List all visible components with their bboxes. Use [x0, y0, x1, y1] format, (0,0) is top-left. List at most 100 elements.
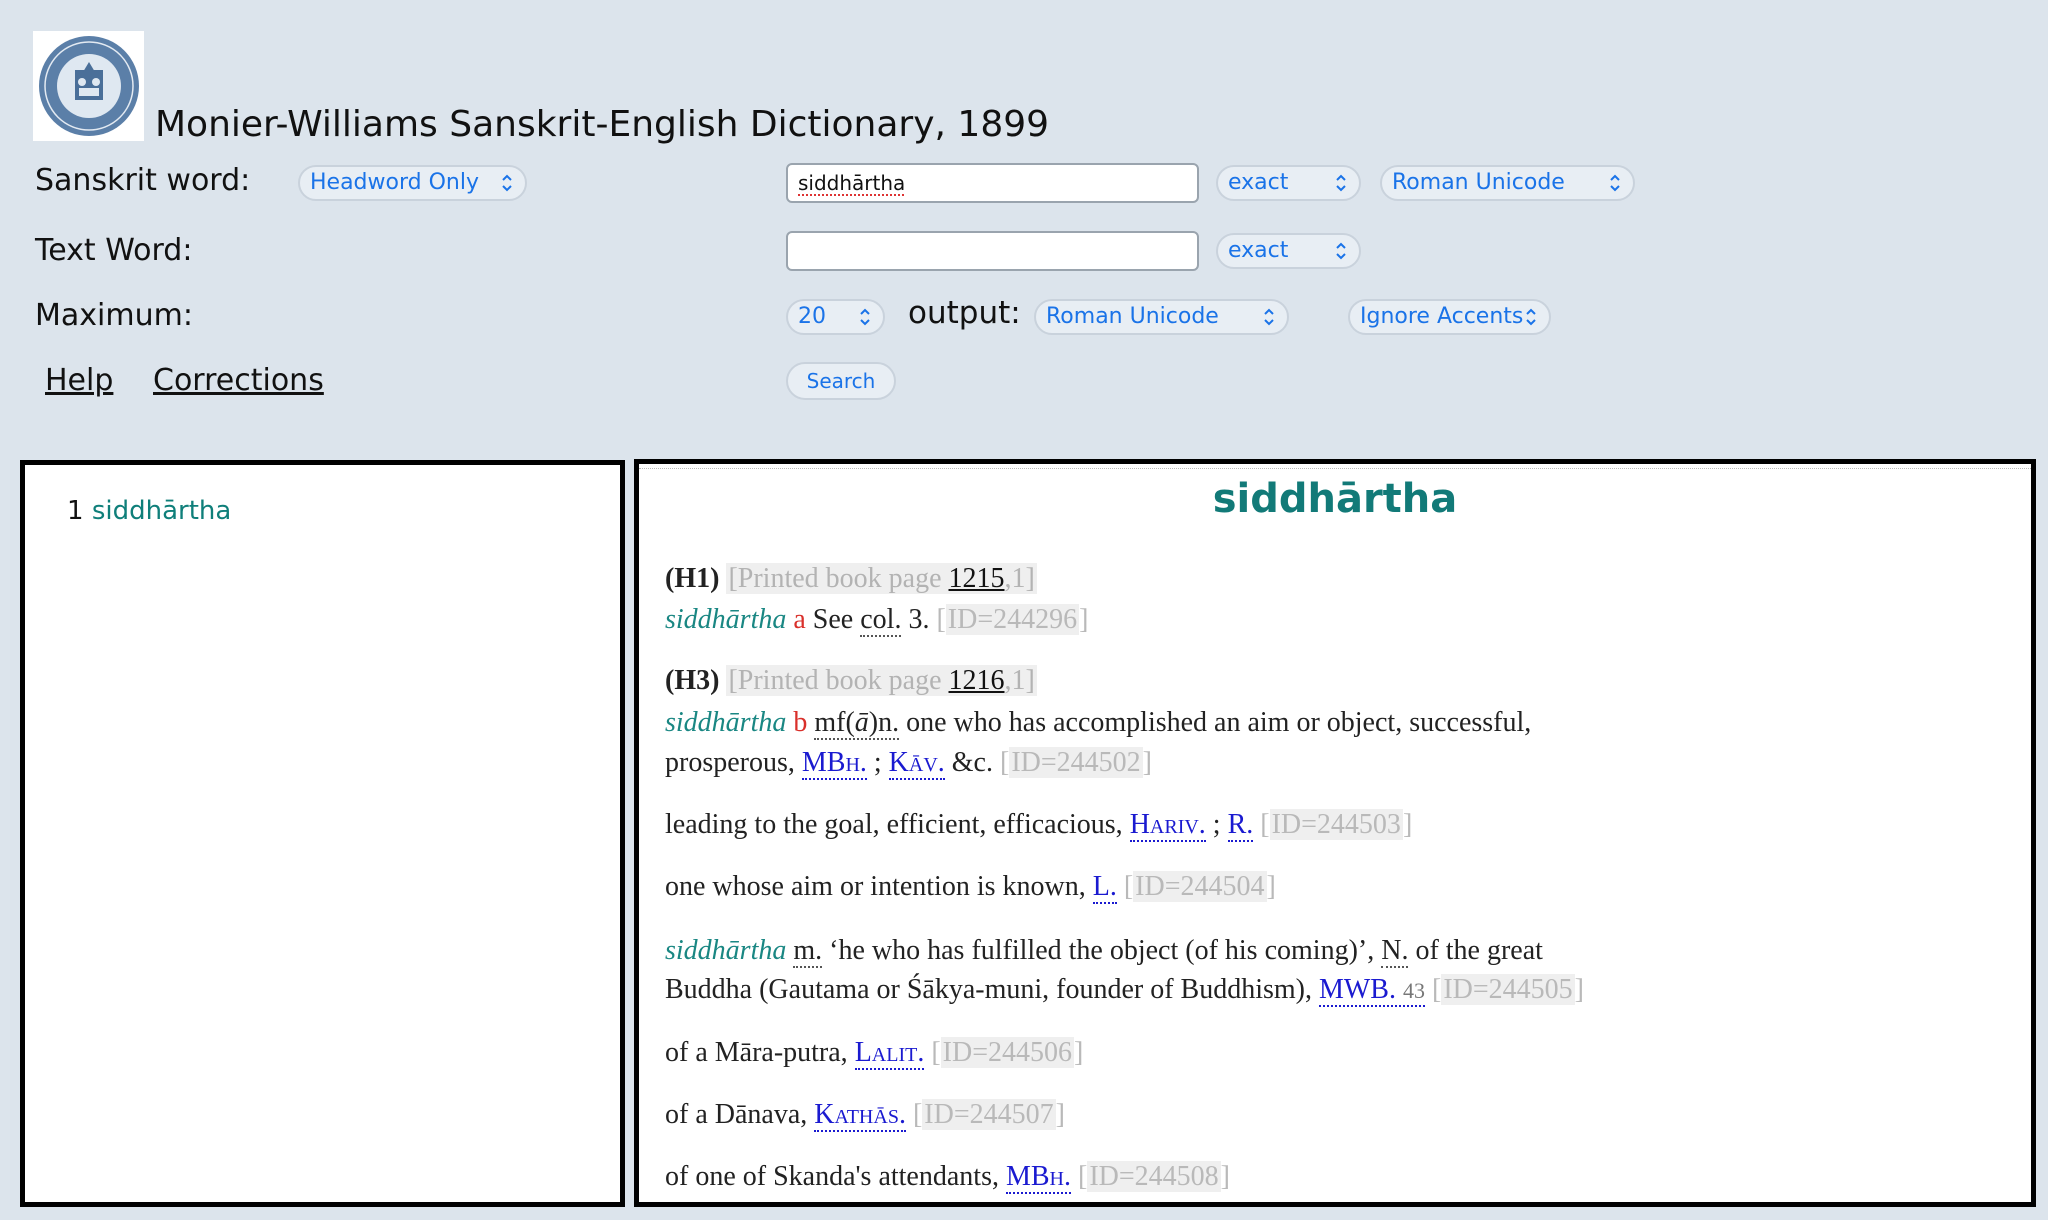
search-button[interactable]: Search	[786, 362, 896, 400]
source-page-number: 43	[1402, 978, 1425, 1003]
source-link[interactable]: MBh.	[1005, 1161, 1071, 1194]
entry-id-value: ID=244504	[1133, 871, 1267, 902]
updown-chevron-icon	[1336, 174, 1346, 192]
line-text: one whose aim or intention is known,	[665, 871, 1086, 902]
text-word-input[interactable]	[786, 231, 1199, 271]
panel-divider	[639, 468, 2031, 469]
line-text: of one of Skanda's attendants,	[665, 1161, 999, 1192]
entry-line: siddhārtha b mf(ā)n. one who has accompl…	[665, 707, 1532, 740]
updown-chevron-icon	[502, 174, 512, 192]
entry-line: prosperous, MBh. ; Kāv. &c. [ID=244502]	[665, 747, 1152, 780]
etc-text: &c.	[951, 747, 993, 778]
sanskrit-word-input[interactable]: siddhārtha	[786, 163, 1199, 203]
headword-italic: siddhārtha	[665, 707, 787, 738]
list-item: 1 siddhārtha	[67, 496, 231, 526]
separator: ;	[1212, 809, 1221, 840]
page-ref-open: [Printed book page	[728, 563, 949, 594]
results-list-panel: 1 siddhārtha	[20, 460, 625, 1207]
line-text: ‘he who has fulfilled the object (of his…	[829, 935, 1375, 966]
entry-line: one whose aim or intention is known, L. …	[665, 871, 1276, 904]
line-text: of a Dānava,	[665, 1099, 808, 1130]
maximum-label: Maximum:	[35, 298, 193, 333]
h3-label: (H3)	[665, 665, 720, 696]
updown-chevron-icon	[860, 308, 870, 326]
entry-line: siddhārtha a See col. 3. [ID=244296]	[665, 604, 1088, 637]
separator: ;	[873, 747, 882, 778]
entry-id: [ID=244504]	[1123, 871, 1276, 902]
entry-id: [ID=244505]	[1431, 974, 1584, 1005]
text-match-select[interactable]: exact	[1216, 233, 1361, 269]
entry-line: siddhārtha m. ‘he who has fulfilled the …	[665, 935, 1543, 968]
gender-n: )n.	[868, 707, 900, 738]
entry-id: [ID=244502]	[1000, 747, 1152, 778]
entry-panel: siddhārtha (H1) [Printed book page 1215,…	[634, 459, 2036, 1207]
text-word-label: Text Word:	[35, 233, 193, 268]
entry-id-value: ID=244505	[1441, 974, 1575, 1005]
entry-line: of one of Skanda's attendants, MBh. [ID=…	[665, 1161, 1230, 1194]
gender-abbr: mf(ā)n.	[814, 707, 900, 740]
input-encoding-select[interactable]: Roman Unicode	[1380, 165, 1635, 201]
updown-chevron-icon	[1610, 174, 1620, 192]
source-link[interactable]: L.	[1092, 871, 1117, 904]
maximum-value: 20	[798, 304, 826, 329]
entry-line: of a Māra-putra, Lalit. [ID=244506]	[665, 1037, 1084, 1070]
accent-value: Ignore Accents	[1360, 304, 1524, 329]
source-link[interactable]: R.	[1227, 809, 1254, 842]
page-ref-open: [Printed book page	[728, 665, 949, 696]
headword-italic: siddhārtha	[665, 935, 787, 966]
text-match-value: exact	[1228, 238, 1289, 263]
source-link[interactable]: Hariv.	[1129, 809, 1206, 842]
headword-select-value: Headword Only	[310, 170, 479, 195]
line-text: one who has accomplished an aim or objec…	[906, 707, 1532, 738]
source-link[interactable]: Kathās.	[814, 1099, 906, 1132]
entry-id-value: ID=244508	[1087, 1161, 1221, 1192]
entry-id-value: ID=244296	[945, 604, 1080, 635]
page-link[interactable]: 1215	[949, 563, 1005, 594]
updown-chevron-icon	[1526, 308, 1536, 326]
abbr-col: col.	[860, 604, 902, 637]
headword-select[interactable]: Headword Only	[298, 165, 527, 201]
source-link[interactable]: MBh.	[801, 747, 867, 780]
source-link-label: MWB.	[1318, 974, 1396, 1005]
headword-italic: siddhārtha	[665, 604, 787, 635]
source-link[interactable]: Lalit.	[854, 1037, 925, 1070]
updown-chevron-icon	[1336, 242, 1346, 260]
output-encoding-select[interactable]: Roman Unicode	[1034, 299, 1289, 335]
source-link[interactable]: Kāv.	[888, 747, 945, 780]
entry-line: Buddha (Gautama or Śākya-muni, founder o…	[665, 974, 1584, 1007]
line-text: of the great	[1415, 935, 1543, 966]
entry-id-value: ID=244506	[940, 1037, 1074, 1068]
entry-id-value: ID=244503	[1269, 809, 1403, 840]
gender-abbr: m.	[793, 935, 823, 968]
gender-a: ā	[854, 707, 869, 738]
entry-id: [ID=244507]	[912, 1099, 1065, 1130]
page-ref-close: ,1]	[1004, 665, 1035, 696]
input-encoding-value: Roman Unicode	[1392, 170, 1565, 195]
entry-id: [ID=244503]	[1260, 809, 1413, 840]
printed-page-ref: [Printed book page 1216,1]	[726, 665, 1037, 696]
page-link[interactable]: 1216	[949, 665, 1005, 696]
accent-select[interactable]: Ignore Accents	[1348, 299, 1551, 335]
entry-id: [ID=244506]	[931, 1037, 1084, 1068]
list-item-number: 1	[67, 496, 84, 526]
maximum-select[interactable]: 20	[786, 299, 885, 335]
seal-graphic	[38, 36, 139, 136]
list-item-word-link[interactable]: siddhārtha	[92, 496, 231, 526]
entry-line: leading to the goal, efficient, efficaci…	[665, 809, 1413, 842]
entry-id: [ID=244508]	[1077, 1161, 1230, 1192]
printed-page-ref: [Printed book page 1215,1]	[726, 563, 1037, 594]
line-text: of a Māra-putra,	[665, 1037, 848, 1068]
page-title: Monier-Williams Sanskrit-English Diction…	[155, 104, 1050, 145]
corrections-link[interactable]: Corrections	[153, 363, 324, 398]
updown-chevron-icon	[1264, 308, 1274, 326]
university-seal-logo	[33, 31, 144, 141]
line-text: Buddha (Gautama or Śākya-muni, founder o…	[665, 974, 1312, 1005]
sanskrit-match-select[interactable]: exact	[1216, 165, 1361, 201]
line-text: 3.	[908, 604, 930, 635]
page-ref-close: ,1]	[1004, 563, 1035, 594]
source-link[interactable]: MWB. 43	[1318, 974, 1425, 1007]
homonym-letter: a	[793, 604, 806, 635]
name-abbr: N.	[1381, 935, 1409, 968]
help-link[interactable]: Help	[45, 363, 113, 398]
line-text: prosperous,	[665, 747, 795, 778]
